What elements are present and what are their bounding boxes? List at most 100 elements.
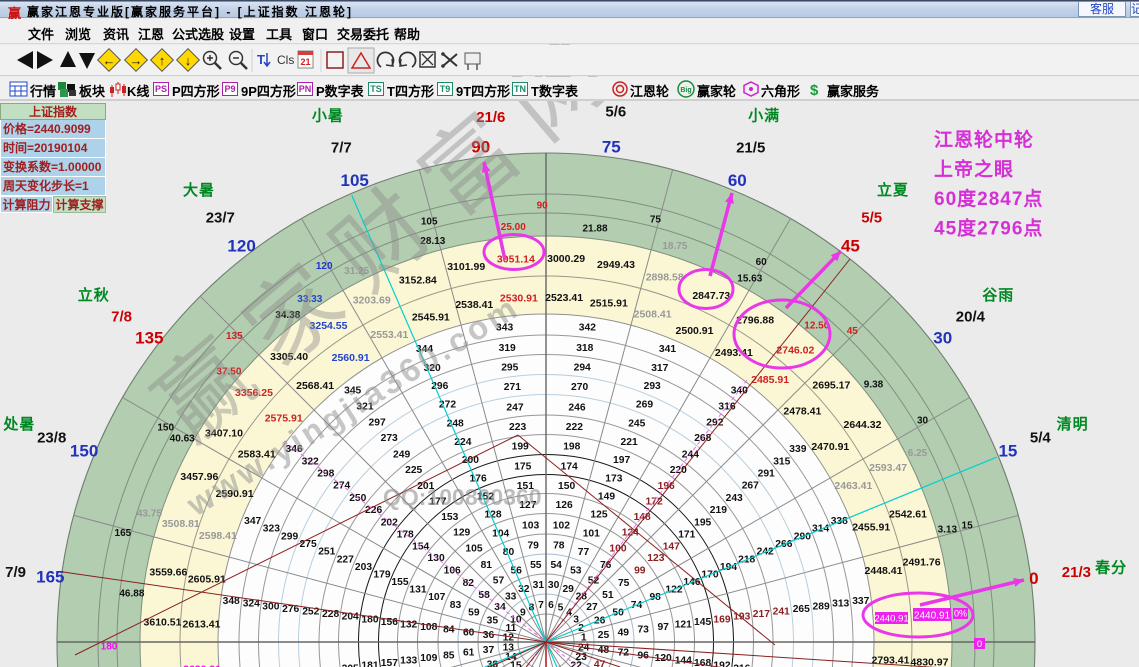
svg-text:109: 109 [420,653,437,664]
svg-text:90: 90 [537,201,549,212]
svg-text:21: 21 [300,57,310,67]
svg-text:150: 150 [70,442,98,461]
svg-text:197: 197 [613,455,630,466]
svg-text:30: 30 [548,580,560,591]
svg-text:2440.91: 2440.91 [914,611,951,622]
svg-text:0: 0 [977,639,982,650]
svg-text:5/4: 5/4 [1030,429,1052,446]
svg-text:2605.91: 2605.91 [188,574,226,586]
svg-text:249: 249 [393,449,410,460]
svg-text:173: 173 [605,474,622,485]
svg-text:225: 225 [405,465,422,476]
svg-text:2523.41: 2523.41 [545,292,583,304]
svg-text:125: 125 [590,510,607,521]
svg-text:126: 126 [556,500,573,511]
svg-text:120: 120 [227,236,255,255]
svg-text:Big: Big [680,87,691,94]
svg-text:T: T [257,52,265,67]
svg-text:2568.41: 2568.41 [296,380,334,392]
svg-text:176: 176 [470,474,487,485]
svg-text:128: 128 [484,510,501,521]
svg-text:37: 37 [483,645,495,656]
svg-text:30: 30 [917,416,929,427]
svg-text:2695.17: 2695.17 [812,380,850,392]
svg-text:292: 292 [706,417,723,428]
svg-text:77: 77 [578,547,590,558]
svg-text:上帝之眼: 上帝之眼 [934,158,1014,181]
svg-text:3101.99: 3101.99 [447,261,485,273]
svg-text:169: 169 [713,614,730,625]
svg-text:295: 295 [501,362,518,373]
svg-text:54: 54 [550,560,562,571]
svg-text:294: 294 [574,362,591,373]
svg-text:217: 217 [753,609,770,620]
svg-text:150: 150 [558,481,575,492]
svg-text:49: 49 [618,627,630,638]
svg-text:223: 223 [509,422,526,433]
svg-text:83: 83 [450,600,462,611]
svg-text:121: 121 [675,619,692,630]
svg-text:171: 171 [678,529,695,540]
svg-text:60: 60 [728,171,747,190]
svg-text:78: 78 [553,540,565,551]
svg-text:51: 51 [602,590,614,601]
svg-text:2598.41: 2598.41 [199,530,237,542]
svg-text:45度2796点: 45度2796点 [934,217,1043,240]
svg-text:75: 75 [602,137,621,156]
svg-text:243: 243 [726,493,743,504]
svg-text:155: 155 [391,577,408,588]
svg-text:241: 241 [773,607,790,618]
svg-text:53: 53 [570,565,582,576]
svg-text:31: 31 [533,580,545,591]
svg-text:2644.32: 2644.32 [844,419,882,431]
svg-text:7/9: 7/9 [5,564,26,581]
svg-text:124: 124 [622,528,639,539]
svg-text:处暑: 处暑 [2,415,35,433]
svg-text:147: 147 [663,541,680,552]
svg-text:157: 157 [381,658,398,667]
svg-text:50: 50 [612,608,624,619]
svg-text:Cls: Cls [277,53,294,67]
svg-text:2560.91: 2560.91 [332,352,370,364]
svg-text:271: 271 [504,382,521,393]
svg-text:2491.76: 2491.76 [903,557,941,569]
svg-text:2847.73: 2847.73 [692,290,730,302]
svg-text:3.13: 3.13 [938,524,958,535]
svg-text:57: 57 [493,576,505,587]
svg-text:270: 270 [571,382,588,393]
svg-text:319: 319 [499,343,516,354]
svg-text:165: 165 [115,528,132,539]
svg-text:↑: ↑ [159,53,166,68]
svg-text:298: 298 [317,469,334,480]
svg-text:81: 81 [481,560,493,571]
svg-text:178: 178 [397,529,414,540]
svg-text:246: 246 [568,402,585,413]
svg-text:323: 323 [263,524,280,535]
svg-text:18.75: 18.75 [662,241,687,252]
svg-text:131: 131 [409,585,426,596]
svg-text:269: 269 [636,400,653,411]
svg-text:21/3: 21/3 [1062,564,1091,581]
svg-text:347: 347 [244,516,261,527]
svg-text:2746.02: 2746.02 [776,345,814,357]
svg-text:立秋: 立秋 [78,286,110,304]
svg-text:322: 322 [302,457,319,468]
svg-text:315: 315 [773,457,790,468]
svg-text:7/8: 7/8 [111,308,132,325]
svg-text:2470.91: 2470.91 [811,441,849,453]
svg-text:江恩轮中轮: 江恩轮中轮 [934,128,1034,151]
svg-text:谷雨: 谷雨 [982,287,1014,304]
svg-text:7/7: 7/7 [331,140,352,157]
svg-text:135: 135 [135,329,163,348]
svg-text:25: 25 [598,630,610,641]
svg-text:小满: 小满 [748,106,780,124]
svg-text:$: $ [810,82,819,99]
svg-text:60度2847点: 60度2847点 [934,187,1043,210]
svg-text:273: 273 [381,433,398,444]
svg-text:222: 222 [566,422,583,433]
svg-text:QQ:100800360: QQ:100800360 [383,484,542,510]
svg-text:73: 73 [637,625,649,636]
svg-text:247: 247 [506,402,523,413]
svg-text:179: 179 [373,570,390,581]
svg-text:46.88: 46.88 [119,589,144,600]
